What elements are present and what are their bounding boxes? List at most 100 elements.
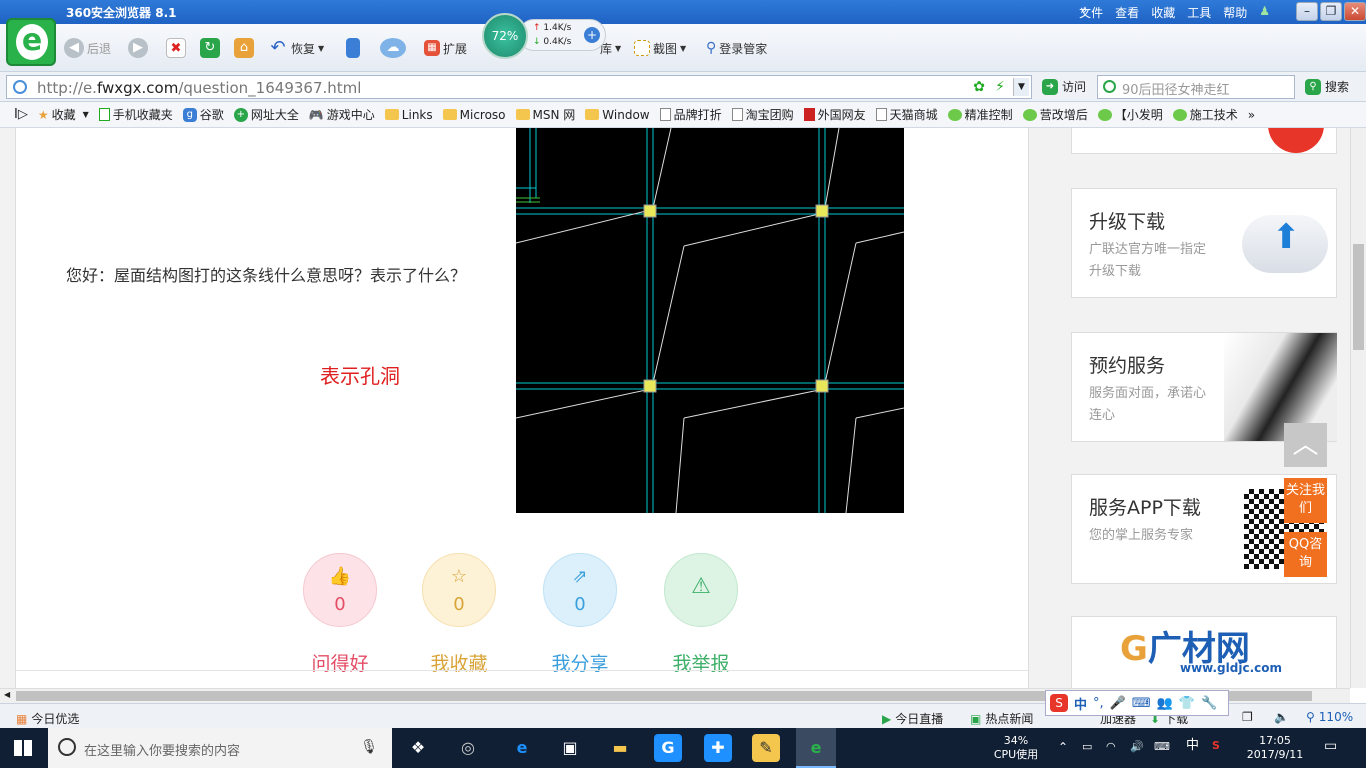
- today-picks[interactable]: ▦ 今日优选: [16, 710, 79, 727]
- store-icon[interactable]: ▣: [556, 734, 584, 762]
- window-mode-icon[interactable]: ❐: [1242, 710, 1253, 724]
- scroll-left-icon[interactable]: ◀: [4, 690, 10, 699]
- follow-us-button[interactable]: 关注我们: [1284, 478, 1327, 523]
- glodon-app-icon[interactable]: G: [654, 734, 682, 762]
- network-speed-widget[interactable]: ↑ 1.4K/s ↓ 0.4K/s + 72%: [482, 13, 606, 59]
- minimize-button[interactable]: –: [1296, 2, 1318, 21]
- notes-app-icon[interactable]: ✎: [752, 734, 780, 762]
- boost-plus-icon[interactable]: +: [584, 27, 600, 43]
- speed-mode-icon[interactable]: ⚡: [995, 79, 1005, 95]
- bookmark-brand[interactable]: 品牌打折: [659, 106, 722, 123]
- skin-icon[interactable]: ♟: [1259, 4, 1270, 21]
- search-input[interactable]: 90后田径女神走红: [1097, 75, 1295, 99]
- skin-shirt-icon[interactable]: 👕: [1179, 696, 1195, 711]
- bookmark-control[interactable]: 精准控制: [947, 106, 1013, 123]
- task-view-icon[interactable]: ❖: [404, 734, 432, 762]
- restore-button[interactable]: ↶ 恢复 ▼: [268, 36, 324, 60]
- taskbar-mic-icon[interactable]: 🎙: [360, 739, 378, 755]
- menu-view[interactable]: 查看: [1115, 4, 1139, 21]
- bookmark-foreign[interactable]: 外国网友: [803, 106, 866, 123]
- qq-consult-button[interactable]: QQ咨询: [1284, 532, 1327, 577]
- vertical-scroll-thumb[interactable]: [1353, 244, 1364, 350]
- bookmark-construction[interactable]: 施工技术: [1172, 106, 1238, 123]
- extend-button[interactable]: ▦ 扩展: [424, 36, 467, 60]
- screenshot-button[interactable]: 截图 ▼: [634, 36, 686, 60]
- back-to-top-button[interactable]: ︿: [1284, 423, 1327, 467]
- sidebar-card-glodon[interactable]: G广材网 www.gldjc.com: [1071, 616, 1337, 688]
- bookmark-taobao[interactable]: 淘宝团购: [731, 106, 794, 123]
- ime-toolbar[interactable]: S 中 °, 🎤 ⌨ 👥 👕 🔧: [1045, 690, 1229, 716]
- sidebar-toggle-icon[interactable]: I▷: [14, 107, 28, 122]
- taskbar-search-input[interactable]: 在这里输入你要搜索的内容 🎙: [48, 728, 392, 768]
- ime-punct[interactable]: °,: [1093, 696, 1104, 711]
- visit-button[interactable]: ➜ 访问: [1042, 78, 1086, 95]
- refresh-button[interactable]: ↻: [200, 36, 220, 60]
- bookmark-mobile[interactable]: 手机收藏夹: [98, 106, 173, 123]
- tray-expand-icon[interactable]: ⌃: [1058, 728, 1068, 754]
- url-history-dropdown-icon[interactable]: ▼: [1013, 78, 1029, 96]
- mobile-button[interactable]: [346, 36, 360, 60]
- bookmark-links[interactable]: Links: [384, 108, 433, 122]
- swirl-app-icon[interactable]: ◎: [454, 734, 482, 762]
- report-button[interactable]: ⚠ 我举报: [656, 553, 746, 676]
- hot-news[interactable]: ▣ 热点新闻: [970, 710, 1033, 727]
- url-field[interactable]: http://e.fwxgx.com/question_1649367.html…: [6, 75, 1032, 99]
- clock[interactable]: 17:05 2017/9/11: [1240, 728, 1310, 762]
- input-language[interactable]: 中: [1186, 728, 1199, 753]
- microphone-icon[interactable]: 🎤: [1110, 696, 1126, 711]
- bookmark-msn[interactable]: MSN 网: [515, 106, 575, 123]
- today-live[interactable]: ▶ 今日直播: [882, 710, 943, 727]
- more-bookmarks-icon[interactable]: »: [1248, 108, 1255, 122]
- restore-dropdown-icon[interactable]: ▼: [318, 44, 324, 53]
- bookmark-games[interactable]: 🎮 游戏中心: [309, 106, 375, 123]
- favorite-button[interactable]: ☆ 0 我收藏: [414, 553, 504, 676]
- menu-tools[interactable]: 工具: [1187, 4, 1211, 21]
- security-flower-icon[interactable]: ✿: [973, 79, 985, 95]
- search-button[interactable]: ⚲ 搜索: [1305, 78, 1349, 95]
- bookmark-tmall[interactable]: 天猫商城: [875, 106, 938, 123]
- vertical-scrollbar[interactable]: [1350, 128, 1366, 688]
- stop-button[interactable]: ✖: [166, 36, 186, 60]
- cloud-button[interactable]: ☁: [380, 36, 406, 60]
- browser-logo[interactable]: e: [6, 18, 56, 66]
- sidebar-card-upgrade[interactable]: 升级下载 广联达官方唯一指定升级下载 ⬆: [1071, 188, 1337, 298]
- close-button[interactable]: ✕: [1344, 2, 1366, 21]
- wifi-icon[interactable]: ◠: [1106, 728, 1116, 754]
- wrench-icon[interactable]: 🔧: [1201, 696, 1217, 711]
- cpu-usage[interactable]: 34% CPU使用: [986, 728, 1046, 762]
- edge-icon[interactable]: e: [508, 734, 536, 762]
- ime-lang[interactable]: 中: [1074, 694, 1087, 713]
- touch-keyboard-icon[interactable]: ⌨: [1154, 728, 1170, 754]
- menu-file[interactable]: 文件: [1079, 4, 1103, 21]
- volume-icon[interactable]: 🔊: [1130, 728, 1144, 754]
- sidebar-card-top[interactable]: [1071, 128, 1337, 154]
- login-manager-button[interactable]: ⚲ 登录管家: [706, 36, 767, 60]
- back-button[interactable]: ◀ 后退: [64, 36, 111, 60]
- file-explorer-icon[interactable]: ▬: [606, 734, 634, 762]
- keyboard-icon[interactable]: ⌨: [1132, 696, 1151, 711]
- 360-browser-taskbar-icon[interactable]: e: [796, 728, 836, 768]
- bookmark-google[interactable]: g 谷歌: [182, 106, 224, 123]
- screenshot-dropdown-icon[interactable]: ▼: [680, 44, 686, 53]
- home-button[interactable]: ⌂: [234, 36, 254, 60]
- hidden-dropdown-icon[interactable]: ▼: [615, 44, 621, 53]
- bookmark-sites[interactable]: + 网址大全: [233, 106, 299, 123]
- cad-drawing-image[interactable]: [516, 128, 904, 513]
- windows-start-icon[interactable]: [14, 740, 32, 756]
- menu-help[interactable]: 帮助: [1223, 4, 1247, 21]
- zoom-level[interactable]: ⚲ 110%: [1306, 710, 1353, 724]
- battery-icon[interactable]: ▭: [1082, 728, 1092, 754]
- bookmark-windows[interactable]: Window: [585, 108, 650, 122]
- bookmark-microsoft[interactable]: Microso: [442, 108, 506, 122]
- bookmark-favorites[interactable]: ★ 收藏 ▼: [38, 106, 89, 123]
- sound-icon[interactable]: 🔈: [1274, 710, 1289, 724]
- bookmark-vat[interactable]: 营改增后: [1022, 106, 1088, 123]
- notification-icon[interactable]: ▭: [1324, 728, 1337, 753]
- plus-app-icon[interactable]: ✚: [704, 734, 732, 762]
- good-question-button[interactable]: 👍 0 问得好: [295, 553, 385, 676]
- bookmark-invention[interactable]: 【小发明: [1097, 106, 1163, 123]
- user-icon[interactable]: 👥: [1157, 696, 1173, 711]
- menu-favorites[interactable]: 收藏: [1151, 4, 1175, 21]
- forward-button[interactable]: ▶: [128, 36, 148, 60]
- maximize-button[interactable]: ❐: [1320, 2, 1342, 21]
